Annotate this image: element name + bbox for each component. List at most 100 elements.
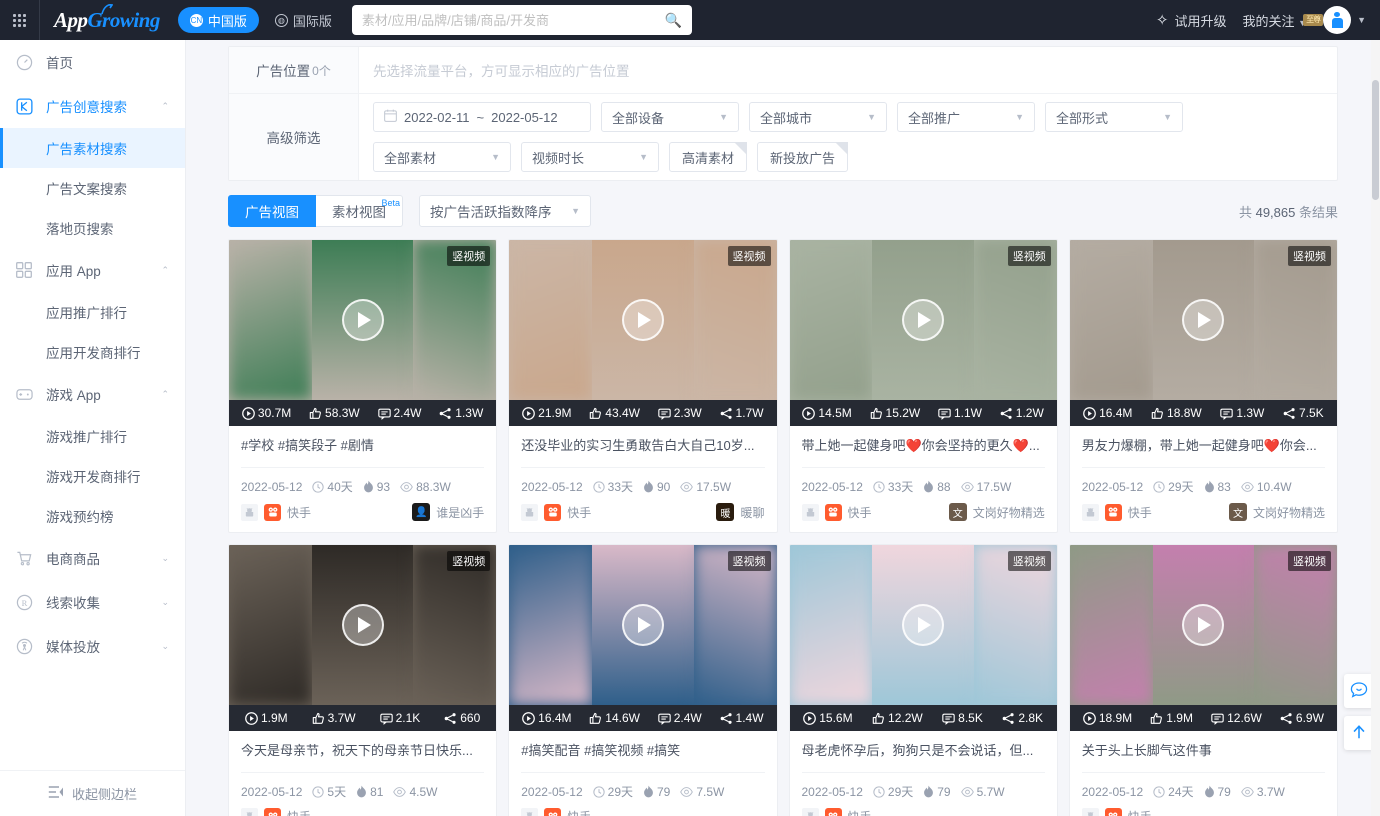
ad-title[interactable]: 带上她一起健身吧❤️你会坚持的更久❤️... bbox=[802, 437, 1045, 455]
new-ads-chip[interactable]: 新投放广告 bbox=[757, 142, 848, 172]
ad-card[interactable]: 竖视频 15.6M 12.2W 8.5K 2.8K 母老虎怀孕后，狗狗只是不会说… bbox=[789, 544, 1058, 816]
stat-plays: 16.4M bbox=[522, 711, 571, 725]
tab-ad-view[interactable]: 广告视图 bbox=[228, 195, 316, 227]
sidebar-item-game-preorder-rank[interactable]: 游戏预约榜 bbox=[0, 496, 185, 536]
app-info[interactable]: 暖 暖聊 bbox=[716, 503, 764, 521]
date-range-picker[interactable]: 2022-02-11 ~ 2022-05-12 bbox=[373, 102, 591, 132]
ad-position-label-text: 广告位置 bbox=[256, 60, 310, 80]
sidebar-item-home[interactable]: 首页 bbox=[0, 40, 185, 84]
sidebar-item-game-promo-rank[interactable]: 游戏推广排行 bbox=[0, 416, 185, 456]
advanced-filter-body: 2022-02-11 ~ 2022-05-12 全部设备 ▼ 全部城市 ▼ 全部… bbox=[359, 94, 1337, 180]
play-icon[interactable] bbox=[1182, 604, 1224, 646]
video-thumbnail[interactable]: 竖视频 bbox=[509, 545, 776, 705]
stat-likes-value: 1.9M bbox=[1166, 711, 1193, 725]
app-info[interactable]: 文 文岗好物精选 bbox=[949, 503, 1045, 521]
sidebar-item-copy-search[interactable]: 广告文案搜索 bbox=[0, 168, 185, 208]
back-to-top-button[interactable] bbox=[1344, 716, 1374, 750]
ad-card[interactable]: 竖视频 21.9M 43.4W 2.3W 1.7W 还没毕业的实习生勇敢告白大自… bbox=[508, 239, 777, 533]
video-duration-select[interactable]: 视频时长 ▼ bbox=[521, 142, 659, 172]
video-thumbnail[interactable]: 竖视频 bbox=[1070, 545, 1337, 705]
avatar[interactable] bbox=[1323, 6, 1351, 34]
my-follow-menu[interactable]: 我的关注 ▼ bbox=[1243, 11, 1308, 30]
ad-position-body[interactable]: 先选择流量平台，方可显示相应的广告位置 bbox=[359, 47, 1337, 93]
material-select[interactable]: 全部素材 ▼ bbox=[373, 142, 511, 172]
sidebar-item-app-promo-rank[interactable]: 应用推广排行 bbox=[0, 292, 185, 332]
ad-date: 2022-05-12 bbox=[802, 785, 863, 799]
upgrade-button[interactable]: ✧ 试用升级 bbox=[1156, 11, 1227, 30]
collapse-sidebar-button[interactable]: 收起侧边栏 bbox=[0, 770, 185, 816]
ad-card[interactable]: 竖视频 14.5M 15.2W 1.1W 1.2W 带上她一起健身吧❤️你会坚持… bbox=[789, 239, 1058, 533]
play-icon[interactable] bbox=[902, 299, 944, 341]
version-intl-button[interactable]: ◍ 国际版 bbox=[275, 11, 332, 30]
ad-card[interactable]: 竖视频 18.9M 1.9M 12.6W 6.9W 关于头上长脚气这件事 202… bbox=[1069, 544, 1338, 816]
stat-comments: 1.3W bbox=[1220, 406, 1264, 420]
tab-material-view[interactable]: 素材视图 Beta bbox=[316, 195, 403, 227]
ad-heat-value: 79 bbox=[1218, 785, 1231, 799]
ad-title[interactable]: 母老虎怀孕后，狗狗只是不会说话，但... bbox=[802, 742, 1045, 760]
video-thumbnail[interactable]: 竖视频 bbox=[509, 240, 776, 400]
ad-views: 17.5W bbox=[961, 480, 1012, 494]
sidebar-item-creative-search[interactable]: 广告创意搜索 ⌃ bbox=[0, 84, 185, 128]
ad-title[interactable]: #学校 #搞笑段子 #剧情 bbox=[241, 437, 484, 455]
version-cn-button[interactable]: CN 中国版 bbox=[178, 7, 259, 33]
card-footer: 快手 文 文岗好物精选 bbox=[790, 495, 1057, 532]
city-select[interactable]: 全部城市 ▼ bbox=[749, 102, 887, 132]
sort-select[interactable]: 按广告活跃指数降序 ▼ bbox=[419, 195, 591, 227]
device-select[interactable]: 全部设备 ▼ bbox=[601, 102, 739, 132]
thumbnail-blur-left bbox=[1070, 545, 1153, 705]
sidebar-item-apps[interactable]: 应用 App ⌃ bbox=[0, 248, 185, 292]
date-end: 2022-05-12 bbox=[491, 110, 558, 125]
search-icon[interactable]: 🔍 bbox=[664, 12, 681, 29]
promotion-select[interactable]: 全部推广 ▼ bbox=[897, 102, 1035, 132]
stat-comments: 1.1W bbox=[938, 406, 982, 420]
ad-title[interactable]: 男友力爆棚，带上她一起健身吧❤️你会... bbox=[1082, 437, 1325, 455]
sidebar-item-material-search[interactable]: 广告素材搜索 bbox=[0, 128, 185, 168]
play-icon[interactable] bbox=[622, 604, 664, 646]
brand-logo[interactable]: AppGrowing bbox=[54, 8, 160, 33]
sidebar-item-landing-search[interactable]: 落地页搜索 bbox=[0, 208, 185, 248]
sidebar-item-media-delivery[interactable]: 媒体投放 ⌄ bbox=[0, 624, 185, 668]
play-icon[interactable] bbox=[342, 604, 384, 646]
play-icon[interactable] bbox=[1182, 299, 1224, 341]
app-info[interactable]: 👤 谁是凶手 bbox=[412, 503, 484, 521]
play-icon[interactable] bbox=[902, 604, 944, 646]
ad-card[interactable]: 竖视频 16.4M 14.6W 2.4W 1.4W #搞笑配音 #搞笑视频 #搞… bbox=[508, 544, 777, 816]
hd-material-chip[interactable]: 高清素材 bbox=[669, 142, 747, 172]
ad-card[interactable]: 竖视频 16.4M 18.8W 1.3W 7.5K 男友力爆棚，带上她一起健身吧… bbox=[1069, 239, 1338, 533]
global-search[interactable]: 🔍 bbox=[352, 5, 692, 35]
video-thumbnail[interactable]: 竖视频 bbox=[790, 240, 1057, 400]
video-thumbnail[interactable]: 竖视频 bbox=[790, 545, 1057, 705]
date-start: 2022-02-11 bbox=[404, 110, 470, 125]
ad-title[interactable]: 今天是母亲节，祝天下的母亲节日快乐... bbox=[241, 742, 484, 760]
card-footer: 快手 文 文岗好物精选 bbox=[1070, 495, 1337, 532]
sidebar-item-ecommerce[interactable]: 电商商品 ⌄ bbox=[0, 536, 185, 580]
user-menu[interactable]: 至尊 ▼ bbox=[1323, 6, 1366, 34]
video-thumbnail[interactable]: 竖视频 bbox=[229, 240, 496, 400]
page-scrollbar[interactable] bbox=[1371, 40, 1380, 816]
ad-heat-value: 93 bbox=[377, 480, 390, 494]
ad-title[interactable]: #搞笑配音 #搞笑视频 #搞笑 bbox=[521, 742, 764, 760]
vip-badge: 至尊 bbox=[1303, 14, 1323, 26]
play-icon[interactable] bbox=[342, 299, 384, 341]
play-icon[interactable] bbox=[622, 299, 664, 341]
card-meta: 2022-05-12 29天 79 7.5W bbox=[521, 772, 764, 800]
sidebar-item-app-dev-rank[interactable]: 应用开发商排行 bbox=[0, 332, 185, 372]
card-body: 关于头上长脚气这件事 2022-05-12 24天 79 3.7W bbox=[1070, 731, 1337, 800]
ad-card[interactable]: 竖视频 30.7M 58.3W 2.4W 1.3W #学校 #搞笑段子 #剧情 … bbox=[228, 239, 497, 533]
video-thumbnail[interactable]: 竖视频 bbox=[229, 545, 496, 705]
chat-support-button[interactable] bbox=[1344, 674, 1374, 708]
grid-apps-icon[interactable] bbox=[0, 0, 40, 40]
collapse-sidebar-label: 收起侧边栏 bbox=[72, 784, 137, 803]
ad-card[interactable]: 竖视频 1.9M 3.7W 2.1K 660 今天是母亲节，祝天下的母亲节日快乐… bbox=[228, 544, 497, 816]
sidebar-item-game-dev-rank[interactable]: 游戏开发商排行 bbox=[0, 456, 185, 496]
ad-title[interactable]: 还没毕业的实习生勇敢告白大自己10岁... bbox=[521, 437, 764, 455]
video-thumbnail[interactable]: 竖视频 bbox=[1070, 240, 1337, 400]
sidebar-item-games[interactable]: 游戏 App ⌃ bbox=[0, 372, 185, 416]
format-select[interactable]: 全部形式 ▼ bbox=[1045, 102, 1183, 132]
scrollbar-thumb[interactable] bbox=[1372, 80, 1379, 200]
chevron-down-icon: ▼ bbox=[479, 152, 500, 162]
app-info[interactable]: 文 文岗好物精选 bbox=[1229, 503, 1325, 521]
sidebar-item-leads[interactable]: R 线索收集 ⌄ bbox=[0, 580, 185, 624]
ad-title[interactable]: 关于头上长脚气这件事 bbox=[1082, 742, 1325, 760]
search-input[interactable] bbox=[362, 13, 665, 28]
